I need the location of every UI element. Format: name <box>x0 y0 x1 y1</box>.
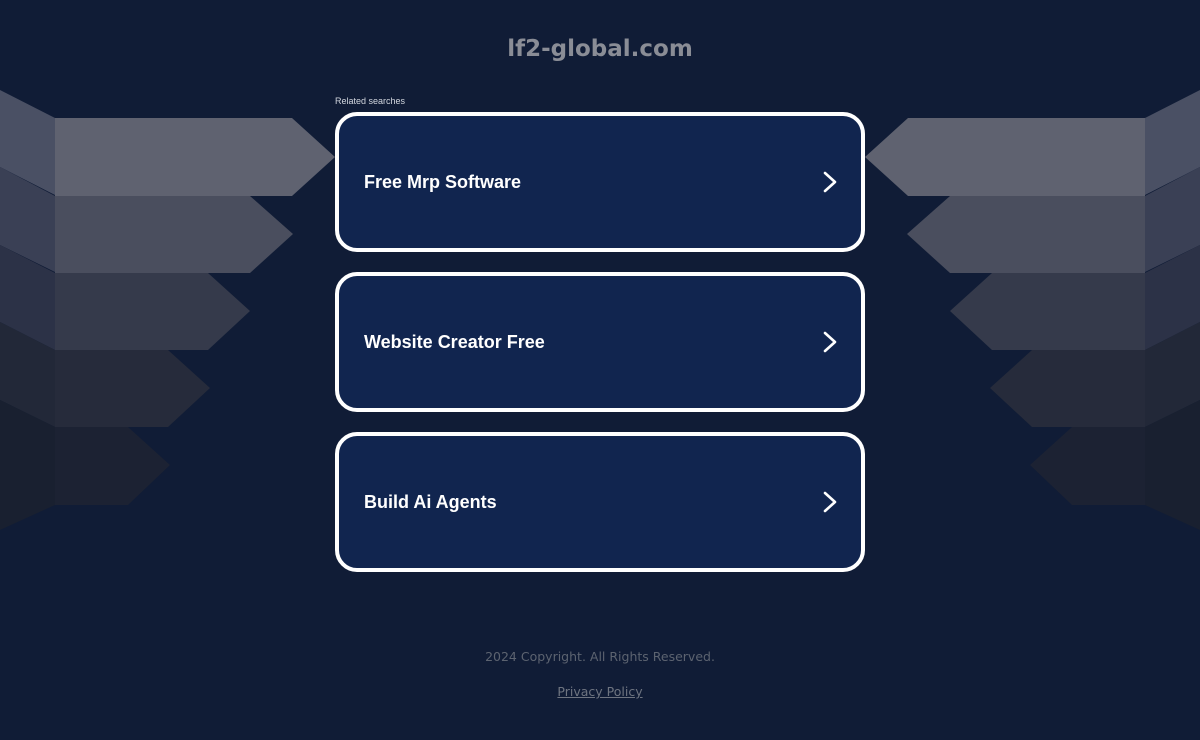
related-search-label: Website Creator Free <box>364 332 545 352</box>
chevron-right-icon <box>823 491 837 513</box>
chevron-right-icon <box>823 331 837 353</box>
related-search-label: Build Ai Agents <box>364 492 497 512</box>
related-search-free-mrp-software[interactable]: Free Mrp Software <box>335 112 865 252</box>
footer-copyright: 2024 Copyright. All Rights Reserved. <box>485 649 715 664</box>
left-decor-group <box>0 90 335 530</box>
site-title: lf2-global.com <box>507 36 693 62</box>
chevron-right-icon <box>823 171 837 193</box>
related-search-website-creator-free[interactable]: Website Creator Free <box>335 272 865 412</box>
right-decor-group <box>865 90 1200 530</box>
related-search-label: Free Mrp Software <box>364 172 522 192</box>
related-searches-label: Related searches <box>335 96 406 106</box>
footer-privacy-container: Privacy Policy <box>0 683 1200 701</box>
privacy-policy-link[interactable]: Privacy Policy <box>557 684 642 699</box>
related-search-build-ai-agents[interactable]: Build Ai Agents <box>335 432 865 572</box>
